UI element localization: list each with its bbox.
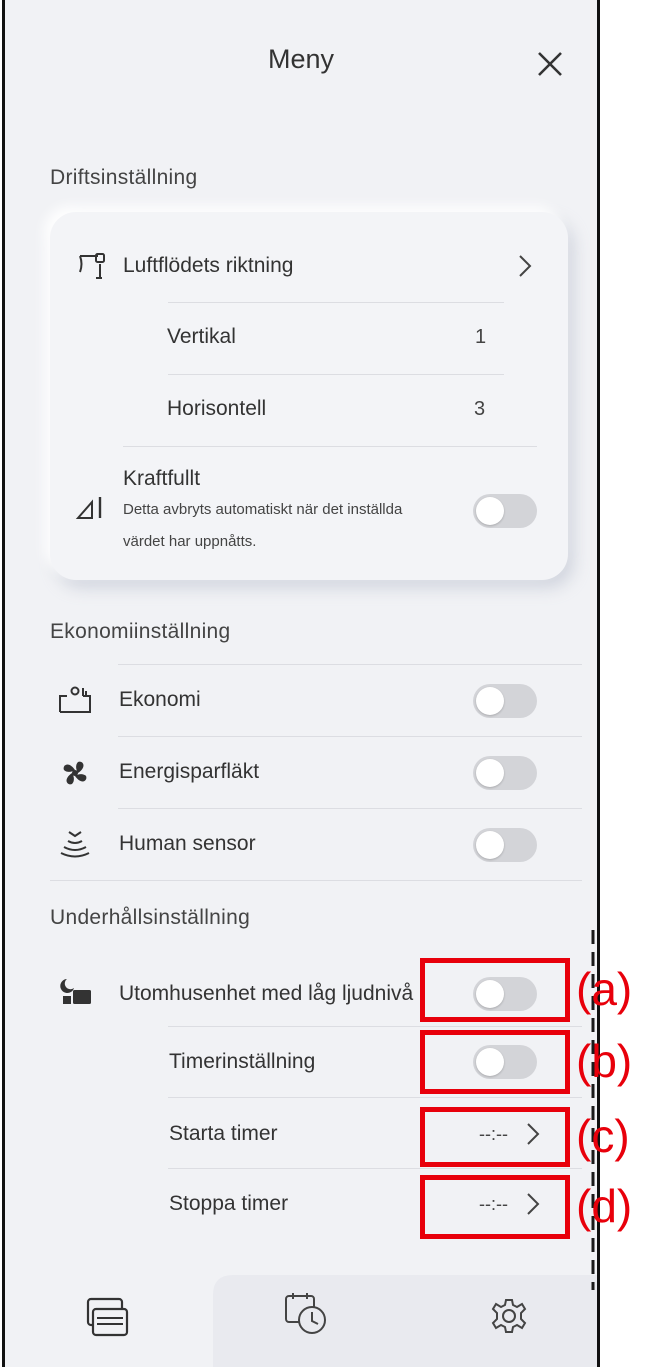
annotation-label-c: (c)	[576, 1110, 630, 1162]
airflow-direction-icon	[79, 253, 105, 279]
section-title-drift: Driftsinställning	[50, 166, 198, 189]
horizontal-label: Horisontell	[167, 397, 267, 420]
human-sensor-label: Human sensor	[119, 832, 256, 855]
energy-fan-toggle[interactable]	[473, 756, 537, 790]
powerful-description-line1: Detta avbryts automatiskt när det instäl…	[123, 501, 403, 518]
page-title: Meny	[267, 44, 335, 74]
start-timer-label: Starta timer	[169, 1122, 278, 1145]
annotation-label-b: (b)	[576, 1035, 633, 1087]
chevron-right-icon[interactable]	[517, 253, 533, 279]
divider	[168, 1168, 582, 1169]
economy-icon	[59, 686, 91, 713]
annotation-box-c	[420, 1107, 570, 1167]
fan-icon	[63, 761, 87, 785]
airflow-direction-label[interactable]: Luftflödets riktning	[123, 254, 293, 278]
vertical-label: Vertikal	[167, 325, 236, 348]
stop-timer-label: Stoppa timer	[169, 1192, 289, 1215]
timer-tab-icon[interactable]	[282, 1290, 330, 1338]
horizontal-value: 3	[474, 398, 486, 420]
energy-fan-label: Energisparfläkt	[119, 760, 260, 783]
outdoor-unit-quiet-icon	[60, 979, 91, 1004]
close-icon[interactable]	[530, 44, 570, 84]
powerful-label: Kraftfullt	[123, 467, 201, 490]
outdoor-quiet-label: Utomhusenhet med låg ljudnivå	[119, 982, 414, 1005]
human-sensor-icon	[60, 831, 90, 858]
powerful-description-line2: värdet har uppnåtts.	[123, 533, 257, 550]
divider	[118, 808, 582, 809]
divider	[50, 880, 582, 881]
divider	[123, 446, 537, 447]
powerful-toggle[interactable]	[473, 494, 537, 528]
human-sensor-toggle[interactable]	[473, 828, 537, 862]
toggle-knob	[476, 831, 504, 859]
economy-toggle[interactable]	[473, 684, 537, 718]
economy-label: Ekonomi	[119, 688, 201, 711]
timer-setting-label: Timerinställning	[169, 1050, 316, 1073]
divider	[168, 1026, 582, 1027]
settings-tab-icon[interactable]	[489, 1296, 529, 1336]
vertical-value: 1	[475, 326, 487, 348]
remote-tab-icon[interactable]	[85, 1296, 131, 1338]
annotation-label-d: (d)	[576, 1180, 633, 1232]
annotation-box-d	[420, 1175, 570, 1239]
annotation-box-a	[420, 958, 570, 1022]
divider	[168, 1097, 582, 1098]
toggle-knob	[476, 759, 504, 787]
section-title-maintenance: Underhållsinställning	[50, 906, 251, 929]
toggle-knob	[476, 497, 504, 525]
divider	[118, 736, 582, 737]
annotation-label-a: (a)	[576, 963, 633, 1015]
section-title-eco: Ekonomiinställning	[50, 620, 231, 643]
powerful-icon	[75, 497, 102, 519]
divider	[168, 374, 504, 375]
divider	[168, 302, 504, 303]
toggle-knob	[476, 687, 504, 715]
divider	[118, 664, 582, 665]
annotation-box-b	[420, 1030, 570, 1094]
